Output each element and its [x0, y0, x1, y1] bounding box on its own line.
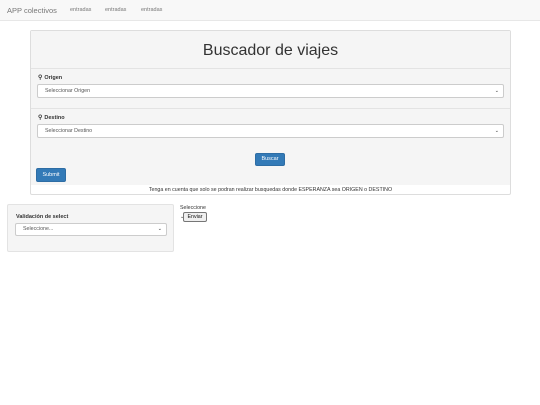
destination-section: ⚲ Destino Seleccionar Destino ⌄ — [31, 109, 510, 149]
chevron-down-icon: ⌄ — [157, 226, 162, 232]
validation-select[interactable]: Seleccione... ⌄ — [15, 223, 167, 236]
search-panel: Buscador de viajes ⚲ Origen Seleccionar O… — [30, 30, 511, 195]
destination-label-text: Destino — [44, 115, 65, 121]
origin-section: ⚲ Origen Seleccionar Origen ⌄ — [31, 69, 510, 109]
destination-label: ⚲ Destino — [38, 114, 65, 121]
origin-label-text: Origen — [44, 75, 63, 81]
origin-label: ⚲ Origen — [38, 74, 62, 81]
page-title: Buscador de viajes — [202, 42, 339, 59]
destination-select[interactable]: Seleccionar Destino ⌄ — [37, 124, 504, 138]
navbar: APP colectivos entradas entradas entrada… — [0, 0, 540, 21]
select-label: Seleccione — [180, 205, 206, 211]
map-marker-icon: ⚲ — [38, 75, 43, 81]
search-button[interactable]: Buscar — [255, 153, 285, 166]
search-note: Tenga en cuenta que solo se podran reali… — [148, 187, 393, 193]
nav-link-entradas-3[interactable]: entradas — [141, 7, 162, 13]
submit-button[interactable]: Submit — [36, 168, 66, 182]
send-button[interactable]: Enviar — [183, 212, 207, 222]
map-marker-icon: ⚲ — [38, 115, 43, 121]
nav-link-entradas-1[interactable]: entradas — [70, 7, 91, 13]
destination-select-value: Seleccionar Destino — [45, 128, 93, 134]
navbar-brand[interactable]: APP colectivos — [7, 6, 57, 15]
validation-title: Validación de select — [16, 214, 69, 220]
origin-select[interactable]: Seleccionar Origen ⌄ — [37, 84, 504, 98]
validation-panel: Validación de select Seleccione... ⌄ — [7, 204, 174, 252]
search-panel-header: Buscador de viajes — [31, 31, 510, 69]
chevron-down-icon: ⌄ — [494, 88, 499, 94]
validation-select-value: Seleccione... — [23, 226, 54, 232]
search-actions: Buscar Submit — [31, 148, 510, 185]
nav-link-entradas-2[interactable]: entradas — [105, 7, 126, 13]
origin-select-value: Seleccionar Origen — [45, 88, 91, 94]
chevron-down-icon: ⌄ — [494, 128, 499, 134]
